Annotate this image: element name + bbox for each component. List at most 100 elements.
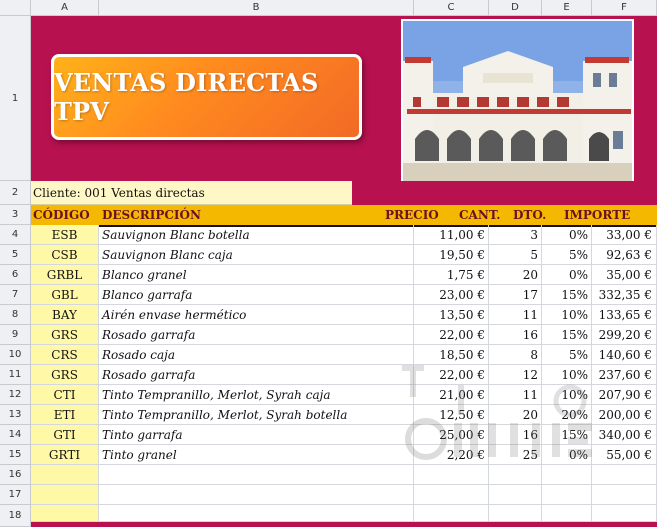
cell-cant[interactable]: 25 — [489, 445, 542, 465]
cell-codigo[interactable]: GRBL — [31, 265, 99, 285]
cell-codigo[interactable]: GRS — [31, 325, 99, 345]
cell-dto[interactable]: 0% — [542, 225, 592, 245]
cell-codigo[interactable]: GBL — [31, 285, 99, 305]
cell-dto[interactable]: 5% — [542, 245, 592, 265]
row-header[interactable]: 1 — [0, 16, 31, 181]
cell-codigo[interactable]: BAY — [31, 305, 99, 325]
cell-descripcion[interactable]: Tinto Tempranillo, Merlot, Syrah caja — [99, 385, 414, 405]
cell-cant[interactable]: 5 — [489, 245, 542, 265]
cell-importe[interactable]: 340,00 € — [592, 425, 657, 445]
cell-importe[interactable]: 332,35 € — [592, 285, 657, 305]
column-header-c[interactable]: C — [414, 0, 489, 16]
cell-descripcion[interactable] — [99, 465, 414, 485]
cell-cant[interactable]: 20 — [489, 265, 542, 285]
cell-codigo[interactable]: CRS — [31, 345, 99, 365]
cell-importe[interactable]: 92,63 € — [592, 245, 657, 265]
header-dto[interactable]: DTO. — [513, 205, 546, 225]
row-header[interactable]: 2 — [0, 181, 31, 205]
column-header-f[interactable]: F — [592, 0, 657, 16]
select-all-corner[interactable] — [0, 0, 31, 16]
cell-codigo[interactable]: GRTI — [31, 445, 99, 465]
cell-descripcion[interactable] — [99, 505, 414, 522]
cell-cant[interactable]: 17 — [489, 285, 542, 305]
cell-precio[interactable]: 11,00 € — [414, 225, 489, 245]
header-codigo[interactable]: CÓDIGO — [33, 205, 90, 225]
cell-importe[interactable]: 200,00 € — [592, 405, 657, 425]
cell-descripcion[interactable]: Sauvignon Blanc botella — [99, 225, 414, 245]
cell-precio[interactable]: 1,75 € — [414, 265, 489, 285]
cell-codigo[interactable]: ESB — [31, 225, 99, 245]
cell-dto[interactable] — [542, 505, 592, 522]
row-header[interactable]: 16 — [0, 465, 31, 485]
cell-precio[interactable]: 25,00 € — [414, 425, 489, 445]
cell-dto[interactable]: 10% — [542, 385, 592, 405]
cell-codigo[interactable]: CTI — [31, 385, 99, 405]
cell-codigo[interactable]: GRS — [31, 365, 99, 385]
row-header[interactable]: 10 — [0, 345, 31, 365]
cell-cant[interactable]: 16 — [489, 325, 542, 345]
row-header[interactable]: 9 — [0, 325, 31, 345]
cell-dto[interactable] — [542, 485, 592, 505]
cell-precio[interactable]: 12,50 € — [414, 405, 489, 425]
cell-cant[interactable] — [489, 465, 542, 485]
cell-cant[interactable]: 11 — [489, 305, 542, 325]
cell-descripcion[interactable]: Tinto granel — [99, 445, 414, 465]
cell-cant[interactable]: 11 — [489, 385, 542, 405]
header-cant[interactable]: CANT. — [459, 205, 500, 225]
row-header[interactable]: 11 — [0, 365, 31, 385]
row-header[interactable]: 8 — [0, 305, 31, 325]
cell-cant[interactable] — [489, 485, 542, 505]
row-header[interactable]: 4 — [0, 225, 31, 245]
cell-precio[interactable]: 21,00 € — [414, 385, 489, 405]
cell-importe[interactable]: 299,20 € — [592, 325, 657, 345]
cell-importe[interactable]: 133,65 € — [592, 305, 657, 325]
cell-codigo[interactable] — [31, 485, 99, 505]
column-header-a[interactable]: A — [31, 0, 99, 16]
row-header[interactable]: 7 — [0, 285, 31, 305]
cell-importe[interactable]: 207,90 € — [592, 385, 657, 405]
cell-precio[interactable]: 19,50 € — [414, 245, 489, 265]
cell-descripcion[interactable]: Tinto garrafa — [99, 425, 414, 445]
row-header[interactable]: 12 — [0, 385, 31, 405]
cell-dto[interactable]: 20% — [542, 405, 592, 425]
cell-importe[interactable]: 33,00 € — [592, 225, 657, 245]
cell-codigo[interactable] — [31, 505, 99, 522]
cell-dto[interactable]: 5% — [542, 345, 592, 365]
column-header-b[interactable]: B — [99, 0, 414, 16]
cell-dto[interactable]: 0% — [542, 445, 592, 465]
column-header-d[interactable]: D — [489, 0, 542, 16]
client-cell[interactable]: Cliente: 001 Ventas directas — [31, 181, 352, 205]
cell-importe[interactable] — [592, 485, 657, 505]
cell-precio[interactable]: 18,50 € — [414, 345, 489, 365]
cell-descripcion[interactable]: Rosado garrafa — [99, 365, 414, 385]
header-descripcion[interactable]: DESCRIPCIÓN — [102, 205, 201, 225]
row-header[interactable]: 3 — [0, 205, 31, 225]
cell-descripcion[interactable]: Rosado caja — [99, 345, 414, 365]
cell-dto[interactable]: 15% — [542, 285, 592, 305]
cell-importe[interactable]: 35,00 € — [592, 265, 657, 285]
cell-dto[interactable]: 10% — [542, 365, 592, 385]
cell-cant[interactable]: 16 — [489, 425, 542, 445]
cell-cant[interactable]: 8 — [489, 345, 542, 365]
row-header[interactable]: 15 — [0, 445, 31, 465]
cell-descripcion[interactable] — [99, 485, 414, 505]
cell-importe[interactable] — [592, 465, 657, 485]
cell-codigo[interactable]: ETI — [31, 405, 99, 425]
cell-descripcion[interactable]: Blanco garrafa — [99, 285, 414, 305]
cell-importe[interactable]: 55,00 € — [592, 445, 657, 465]
cell-descripcion[interactable]: Blanco granel — [99, 265, 414, 285]
cell-codigo[interactable]: CSB — [31, 245, 99, 265]
cell-descripcion[interactable]: Airén envase hermético — [99, 305, 414, 325]
cell-precio[interactable]: 23,00 € — [414, 285, 489, 305]
cell-importe[interactable]: 237,60 € — [592, 365, 657, 385]
cell-precio[interactable]: 2,20 € — [414, 445, 489, 465]
row-header[interactable]: 14 — [0, 425, 31, 445]
cell-precio[interactable] — [414, 465, 489, 485]
header-precio[interactable]: PRECIO — [385, 205, 439, 225]
cell-codigo[interactable] — [31, 465, 99, 485]
cell-dto[interactable]: 10% — [542, 305, 592, 325]
cell-dto[interactable]: 0% — [542, 265, 592, 285]
row-header[interactable]: 5 — [0, 245, 31, 265]
cell-importe[interactable]: 140,60 € — [592, 345, 657, 365]
row-header[interactable]: 18 — [0, 505, 31, 527]
